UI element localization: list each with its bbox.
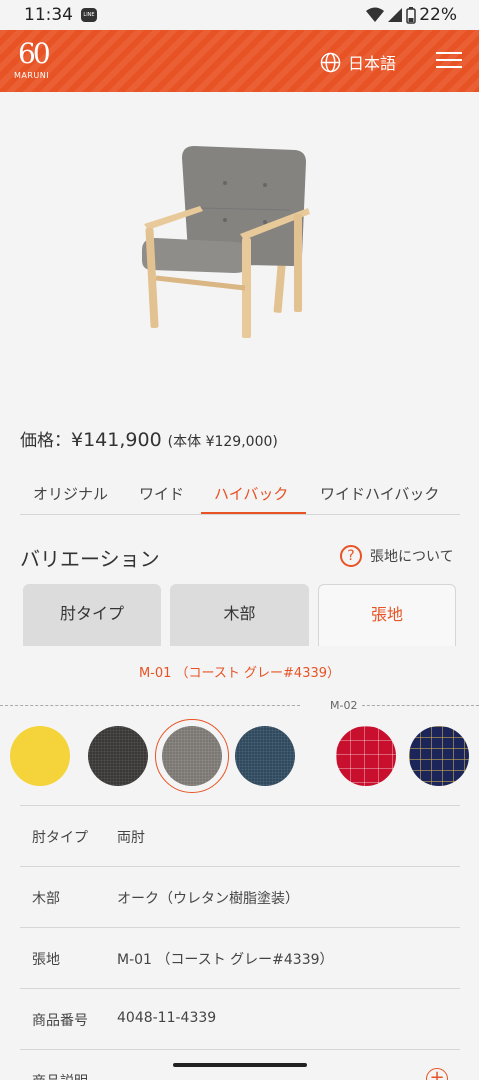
spec-value: 4048-11-4339: [117, 1010, 217, 1026]
question-icon: ?: [340, 545, 362, 567]
globe-icon: [320, 52, 341, 72]
fabric-info-link[interactable]: ? 張地について: [340, 545, 454, 567]
site-header: 60 MARUNI 日本語: [0, 30, 479, 92]
tab-wide-highback[interactable]: ワイドハイバック: [320, 483, 439, 504]
battery-icon: [406, 6, 416, 24]
variation-tabs: 肘タイプ 木部 張地: [0, 584, 479, 646]
fabric-info-label: 張地について: [370, 549, 454, 565]
fabric-group-label: M-02: [330, 699, 358, 712]
swatch-red-check[interactable]: [336, 726, 396, 786]
expand-plus-icon[interactable]: +: [426, 1068, 448, 1080]
spec-row-fabric: 張地 M-01 （コースト グレー#4339）: [20, 927, 460, 988]
status-time: 11:34: [24, 5, 73, 25]
swatch-navy-tweed[interactable]: [235, 726, 295, 786]
signal-icon: [388, 8, 403, 22]
hamburger-menu-icon[interactable]: [436, 52, 462, 70]
line-app-icon: LINE: [81, 8, 97, 22]
divider: [0, 705, 300, 706]
swatch-navy-check[interactable]: [409, 726, 469, 786]
swatch-yellow[interactable]: [10, 726, 70, 786]
battery-percent: 22%: [419, 5, 457, 25]
spec-row-wood: 木部 オーク（ウレタン樹脂塗装）: [20, 866, 460, 927]
tab-fabric[interactable]: 張地: [318, 584, 456, 646]
chair-image: [142, 146, 310, 338]
price-value: ¥141,900: [71, 429, 162, 451]
spec-table: 肘タイプ 両肘 木部 オーク（ウレタン樹脂塗装） 張地 M-01 （コースト グ…: [20, 805, 460, 1080]
tab-original[interactable]: オリジナル: [33, 483, 108, 504]
price-label: 価格：: [20, 431, 71, 451]
variation-heading: バリエーション: [20, 547, 160, 571]
spec-key: 肘タイプ: [32, 830, 88, 846]
tab-wood[interactable]: 木部: [170, 584, 309, 646]
spec-key: 商品説明: [32, 1071, 88, 1080]
logo-brand: MARUNI: [14, 71, 50, 80]
spec-value: M-01 （コースト グレー#4339）: [117, 952, 334, 968]
spec-key: 木部: [32, 891, 60, 907]
maruni-logo[interactable]: 60 MARUNI: [14, 37, 62, 85]
price-before-tax: (本体 ¥129,000): [167, 434, 278, 450]
selected-fabric-label: M-01 （コースト グレー#4339）: [138, 666, 341, 681]
language-switch[interactable]: 日本語: [320, 50, 396, 74]
swatch-charcoal[interactable]: [88, 726, 148, 786]
spec-row-product-number: 商品番号 4048-11-4339: [20, 988, 460, 1049]
spec-value: 両肘: [117, 830, 145, 846]
model-tabs: オリジナル ワイド ハイバック ワイドハイバック: [20, 475, 460, 515]
logo-number: 60: [18, 37, 51, 70]
divider: [362, 705, 479, 706]
language-label: 日本語: [348, 54, 397, 73]
system-icons: 22%: [366, 5, 457, 25]
wifi-icon: [366, 7, 385, 22]
home-indicator[interactable]: [173, 1063, 307, 1067]
spec-row-arm-type: 肘タイプ 両肘: [20, 805, 460, 866]
tab-wide[interactable]: ワイド: [139, 483, 184, 504]
fabric-swatches: [0, 719, 479, 793]
spec-value: オーク（ウレタン樹脂塗装）: [117, 891, 299, 907]
active-tab-indicator: [201, 512, 306, 514]
spec-key: 張地: [32, 952, 60, 968]
tab-highback[interactable]: ハイバック: [214, 483, 288, 504]
spec-key: 商品番号: [32, 1013, 88, 1029]
tab-arm-type[interactable]: 肘タイプ: [23, 584, 161, 646]
status-bar: 11:34 LINE 22%: [0, 0, 479, 30]
price-row: 価格：¥141,900 (本体 ¥129,000): [20, 426, 278, 451]
swatch-coast-gray[interactable]: [162, 726, 222, 786]
